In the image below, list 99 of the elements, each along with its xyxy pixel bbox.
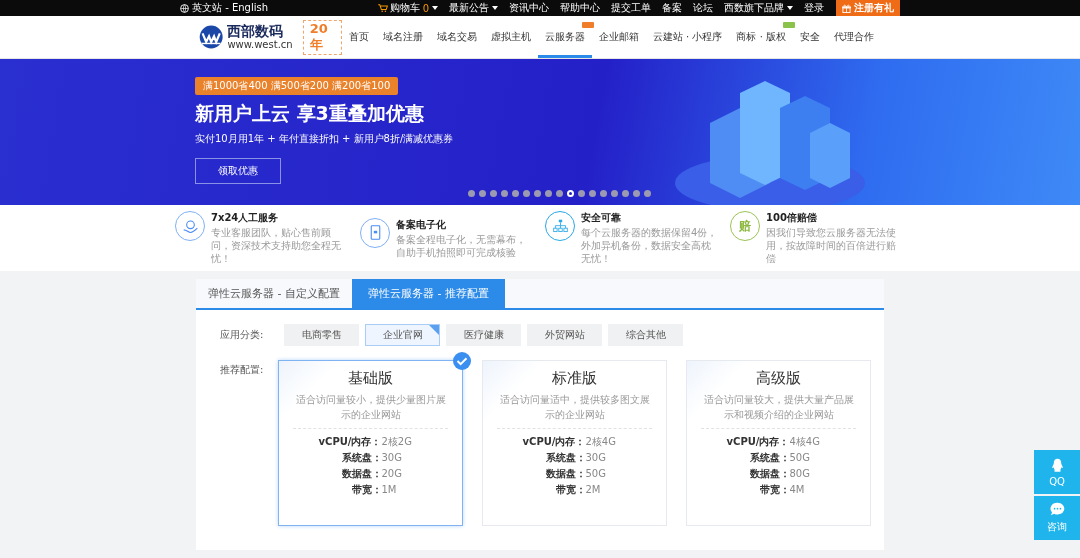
nav-item[interactable]: 首页 xyxy=(341,16,376,58)
gift-icon xyxy=(842,3,851,13)
top-nav-link[interactable]: 提交工单 xyxy=(611,1,651,15)
plan-name: 标准版 xyxy=(552,369,597,388)
spec-label: 系统盘： xyxy=(748,451,790,465)
feature-title: 安全可靠 xyxy=(581,211,622,225)
logo-name: 西部数码 xyxy=(227,23,285,40)
spec-value: 30G xyxy=(585,451,606,465)
chat-bubble-icon xyxy=(1049,502,1065,517)
spec-value: 2M xyxy=(585,483,601,497)
spec-label: 数据盘： xyxy=(544,467,586,481)
globe-icon xyxy=(180,3,189,13)
top-nav-link[interactable]: 购物车 0 xyxy=(377,1,438,15)
carousel-dot[interactable] xyxy=(523,190,530,197)
spec-label: 数据盘： xyxy=(748,467,790,481)
carousel-dot[interactable] xyxy=(567,190,574,197)
cart-icon xyxy=(377,4,388,12)
spec-value: 4M xyxy=(789,483,805,497)
claim-offer-button[interactable]: 领取优惠 xyxy=(195,158,281,184)
carousel-dot[interactable] xyxy=(622,190,629,197)
nav-item[interactable]: 代理合作 xyxy=(827,16,881,58)
carousel-dot[interactable] xyxy=(501,190,508,197)
nav-item[interactable]: 企业邮箱 xyxy=(591,16,646,58)
nav-item[interactable]: 域名交易 xyxy=(429,16,484,58)
plan-card[interactable]: 高级版 适合访问量较大，提供大量产品展示和视频介绍的企业网站 vCPU/内存：4核4G 系统盘：50G 数据盘：80G 带宽：4M xyxy=(686,360,871,526)
spec-label: vCPU/内存： xyxy=(725,435,790,449)
category-option[interactable]: 医疗健康 xyxy=(446,324,521,346)
anniversary-badge: 20年 xyxy=(302,19,342,55)
carousel-dot[interactable] xyxy=(479,190,486,197)
category-option[interactable]: 电商零售 xyxy=(284,324,359,346)
plan-name: 基础版 xyxy=(348,369,393,388)
config-tab[interactable]: 弹性云服务器 - 推荐配置 xyxy=(351,279,505,308)
promo-tag: 满1000省400 满500省200 满200省100 xyxy=(195,77,399,95)
nav-item[interactable]: 商标 · 版权 xyxy=(729,16,793,58)
top-nav-link[interactable]: 最新公告 xyxy=(449,1,498,15)
carousel-dot[interactable] xyxy=(545,190,552,197)
carousel-dot[interactable] xyxy=(589,190,596,197)
spec-label: vCPU/内存： xyxy=(521,435,586,449)
language-switch-link[interactable]: 英文站 - English xyxy=(180,1,269,15)
check-icon xyxy=(453,352,471,370)
top-nav-link[interactable]: 西数旗下品牌 xyxy=(724,1,793,15)
plan-description: 适合访问量较大，提供大量产品展示和视频介绍的企业网站 xyxy=(702,393,855,422)
nav-item[interactable]: 虚拟主机 xyxy=(483,16,538,58)
spec-value: 2核2G xyxy=(381,435,412,449)
spec-value: 1M xyxy=(381,483,397,497)
carousel-dot[interactable] xyxy=(468,190,475,197)
spec-label: 带宽： xyxy=(350,483,382,497)
feature-title: 7x24人工服务 xyxy=(211,211,280,225)
carousel-dot[interactable] xyxy=(534,190,541,197)
spec-label: 系统盘： xyxy=(544,451,586,465)
spec-value: 4核4G xyxy=(789,435,820,449)
carousel-dot[interactable] xyxy=(556,190,563,197)
carousel-dot[interactable] xyxy=(611,190,618,197)
logo-url: www.west.cn xyxy=(227,39,293,51)
top-nav-link[interactable]: 备案 xyxy=(662,1,682,15)
spec-value: 50G xyxy=(789,451,810,465)
feature-title: 100倍赔偿 xyxy=(766,211,818,225)
spec-value: 2核4G xyxy=(585,435,616,449)
spec-label: 系统盘： xyxy=(340,451,382,465)
plan-description: 适合访问量适中，提供较多图文展示的企业网站 xyxy=(498,393,651,422)
config-tab[interactable]: 弹性云服务器 - 自定义配置 xyxy=(196,279,352,308)
nav-item[interactable]: 安全 xyxy=(793,16,827,58)
category-option[interactable]: 企业官网 xyxy=(365,324,440,346)
top-nav-link[interactable]: 资讯中心 xyxy=(509,1,549,15)
spec-value: 80G xyxy=(789,467,810,481)
category-option[interactable]: 综合其他 xyxy=(608,324,683,346)
carousel-dot[interactable] xyxy=(600,190,607,197)
spec-value: 30G xyxy=(381,451,402,465)
spec-label: 数据盘： xyxy=(340,467,382,481)
spec-value: 50G xyxy=(585,467,606,481)
carousel-dot[interactable] xyxy=(512,190,519,197)
top-nav-link[interactable]: 帮助中心 xyxy=(560,1,600,15)
plan-description: 适合访问量较小，提供少量图片展示的企业网站 xyxy=(294,393,447,422)
top-nav-link[interactable]: 论坛 xyxy=(693,1,713,15)
feature-description: 专业客服团队，贴心售前顾问，资深技术支持助您全程无忧！ xyxy=(211,226,342,265)
plan-card[interactable]: 标准版 适合访问量适中，提供较多图文展示的企业网站 vCPU/内存：2核4G 系统盘：30G 数据盘：50G 带宽：2M xyxy=(482,360,667,526)
feature-title: 备案电子化 xyxy=(396,217,447,232)
carousel-dot[interactable] xyxy=(633,190,640,197)
category-option[interactable]: 外贸网站 xyxy=(527,324,602,346)
banner-title: 新用户上云 享3重叠加优惠 xyxy=(195,101,424,126)
carousel-dot[interactable] xyxy=(490,190,497,197)
plan-name: 高级版 xyxy=(756,369,801,388)
feature-description: 因我们导致您云服务器无法使用，按故障时间的百倍进行赔偿 xyxy=(766,226,897,265)
nav-item[interactable]: 云建站 · 小程序 xyxy=(645,16,730,58)
plan-label: 推荐配置: xyxy=(220,363,265,377)
spec-label: 带宽： xyxy=(758,483,790,497)
top-nav-link[interactable]: 登录 xyxy=(804,1,824,15)
penguin-icon xyxy=(1049,457,1065,473)
spec-label: vCPU/内存： xyxy=(317,435,382,449)
feature-description: 备案全程电子化，无需幕布，自助手机拍照即可完成核验 xyxy=(396,232,527,259)
spec-label: 带宽： xyxy=(554,483,586,497)
carousel-dot[interactable] xyxy=(578,190,585,197)
banner-subtitle: 实付10月用1年 + 年付直接折扣 + 新用户8折/满减优惠券 xyxy=(195,132,454,146)
spec-value: 20G xyxy=(381,467,402,481)
category-label: 应用分类: xyxy=(220,328,265,342)
carousel-dot[interactable] xyxy=(644,190,651,197)
nav-item[interactable]: 域名注册 xyxy=(375,16,430,58)
plan-card[interactable]: 基础版 适合访问量较小，提供少量图片展示的企业网站 vCPU/内存：2核2G 系统盘：30G 数据盘：20G 带宽：1M xyxy=(278,360,463,526)
feature-description: 每个云服务器的数据保留4份，外加异机备份，数据安全高枕无忧！ xyxy=(581,226,719,265)
